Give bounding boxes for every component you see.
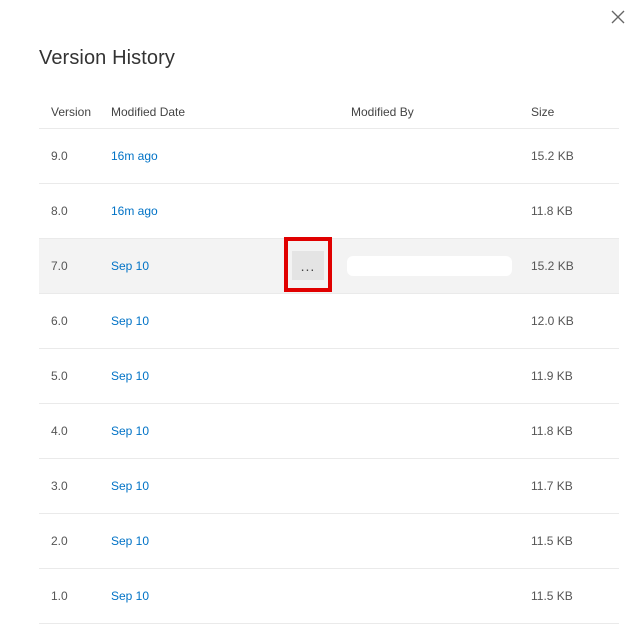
more-options-button[interactable]: ... — [292, 251, 324, 280]
redacted-modified-by — [347, 256, 512, 276]
modified-date-link[interactable]: Sep 10 — [111, 459, 149, 513]
size-cell: 15.2 KB — [531, 149, 574, 163]
column-header-version: Version — [51, 104, 92, 119]
version-cell: 8.0 — [51, 204, 68, 218]
modified-date-link[interactable]: 16m ago — [111, 129, 158, 183]
table-row[interactable]: 3.0 Sep 10 11.7 KB — [39, 459, 619, 514]
modified-date-link[interactable]: Sep 10 — [111, 404, 149, 458]
version-history-dialog: Version History Version Modified Date Mo… — [0, 0, 637, 631]
modified-date-link[interactable]: Sep 10 — [111, 514, 149, 568]
size-cell: 11.8 KB — [531, 424, 573, 438]
modified-date-link[interactable]: Sep 10 — [111, 569, 149, 623]
table-row[interactable]: 8.0 16m ago 11.8 KB — [39, 184, 619, 239]
version-cell: 3.0 — [51, 479, 68, 493]
version-cell: 1.0 — [51, 589, 68, 603]
modified-date-link[interactable]: Sep 10 — [111, 349, 149, 403]
version-cell: 7.0 — [51, 259, 68, 273]
table-row[interactable]: 5.0 Sep 10 11.9 KB — [39, 349, 619, 404]
column-header-modified-by: Modified By — [351, 104, 414, 119]
table-row-selected[interactable]: 7.0 Sep 10 ... 15.2 KB — [39, 237, 619, 294]
table-row[interactable]: 2.0 Sep 10 11.5 KB — [39, 514, 619, 569]
modified-date-link[interactable]: Sep 10 — [111, 294, 149, 348]
size-cell: 11.7 KB — [531, 479, 573, 493]
size-cell: 15.2 KB — [531, 259, 574, 273]
size-cell: 11.9 KB — [531, 369, 573, 383]
column-header-modified-date: Modified Date — [111, 104, 186, 119]
version-cell: 4.0 — [51, 424, 68, 438]
version-cell: 2.0 — [51, 534, 68, 548]
table-row[interactable]: 4.0 Sep 10 11.8 KB — [39, 404, 619, 459]
table-row[interactable]: 1.0 Sep 10 11.5 KB — [39, 569, 619, 624]
close-icon[interactable] — [609, 8, 627, 26]
size-cell: 11.5 KB — [531, 534, 573, 548]
table-row[interactable]: 9.0 16m ago 15.2 KB — [39, 129, 619, 184]
size-cell: 11.8 KB — [531, 204, 573, 218]
size-cell: 12.0 KB — [531, 314, 574, 328]
version-cell: 6.0 — [51, 314, 68, 328]
table-header: Version Modified Date Modified By Size — [39, 95, 619, 129]
table-row[interactable]: 6.0 Sep 10 12.0 KB — [39, 294, 619, 349]
dialog-title: Version History — [39, 47, 175, 69]
column-header-size: Size — [531, 104, 555, 119]
version-table: Version Modified Date Modified By Size 9… — [39, 95, 619, 624]
modified-date-link[interactable]: Sep 10 — [111, 239, 149, 293]
version-cell: 9.0 — [51, 149, 68, 163]
modified-date-link[interactable]: 16m ago — [111, 184, 158, 238]
version-cell: 5.0 — [51, 369, 68, 383]
size-cell: 11.5 KB — [531, 589, 573, 603]
